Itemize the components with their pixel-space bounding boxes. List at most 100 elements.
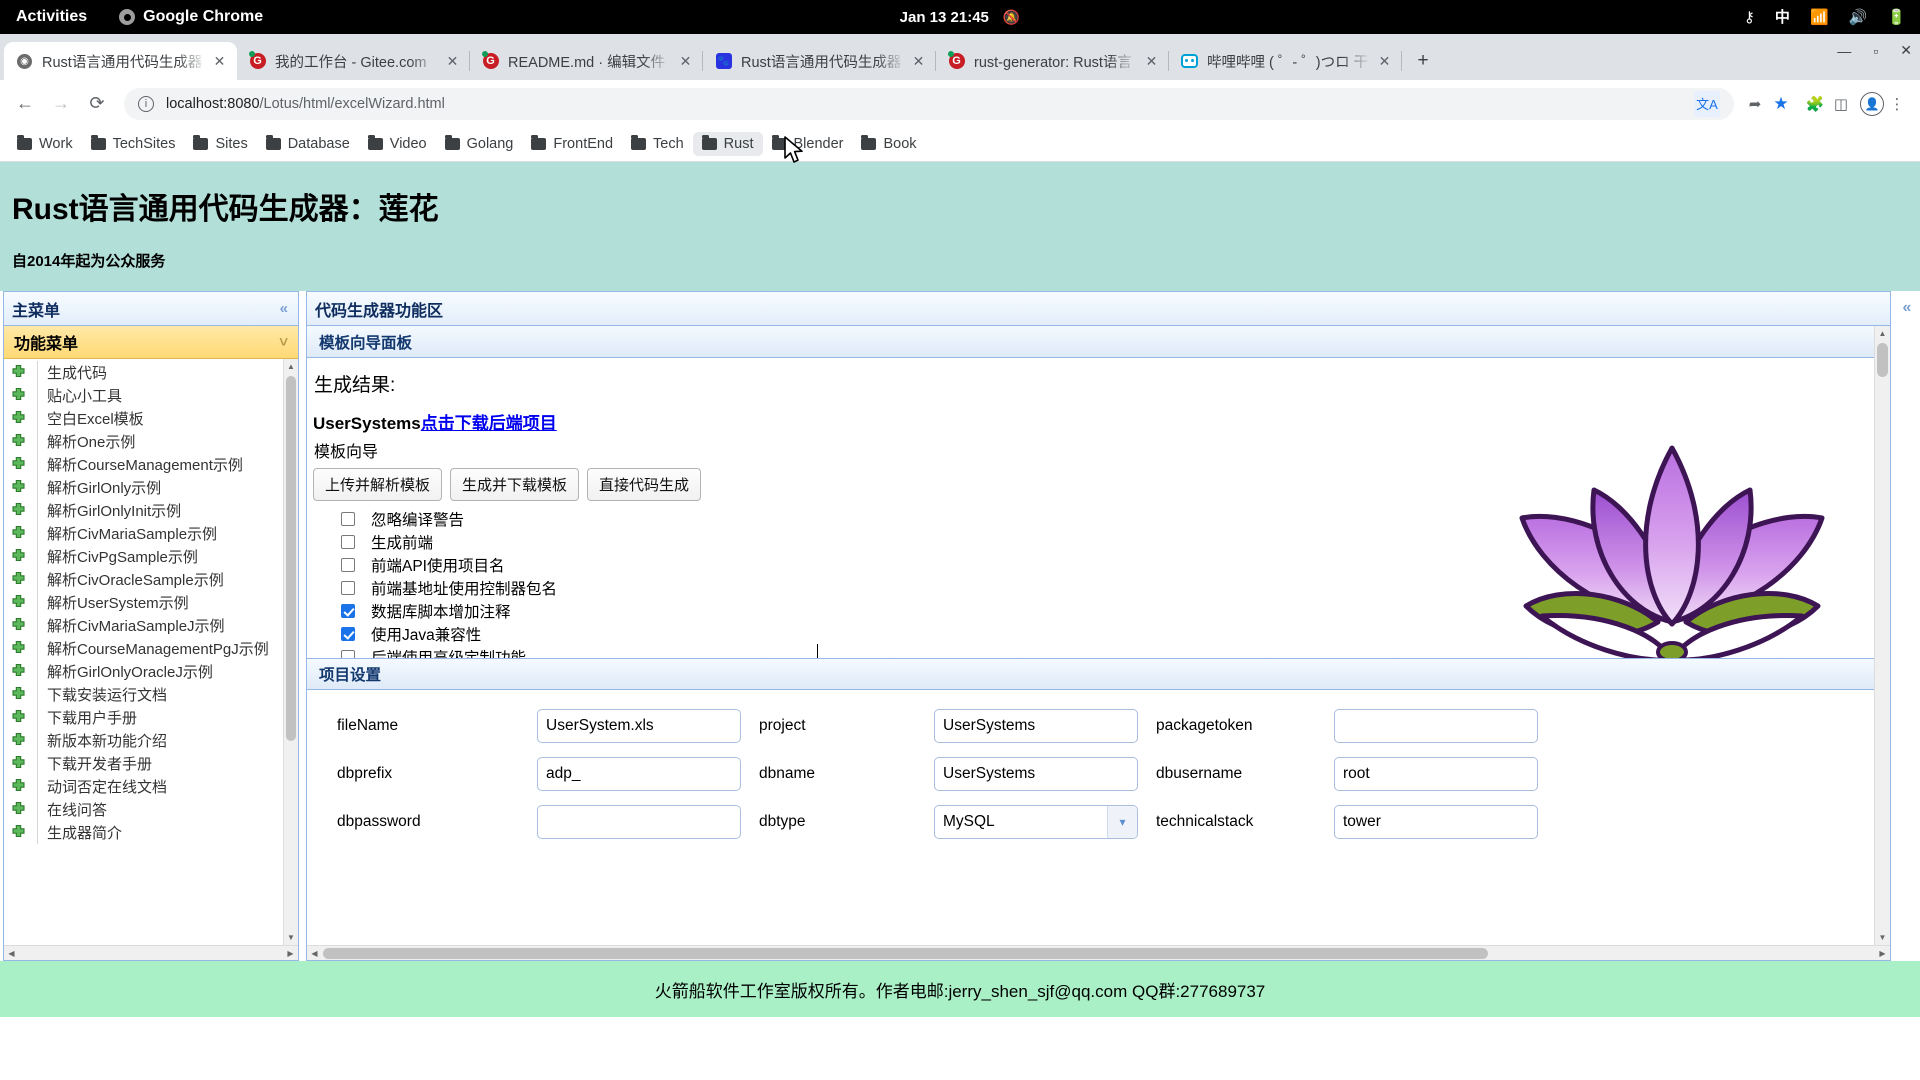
scrollbar-thumb[interactable] <box>1877 343 1888 377</box>
bookmark-book[interactable]: Book <box>852 132 925 156</box>
tab-close-icon[interactable]: ✕ <box>909 52 928 71</box>
chevron-down-icon[interactable]: ▾ <box>1107 806 1137 838</box>
scroll-down-arrow-icon[interactable]: ▼ <box>284 930 298 945</box>
field-input-dbusername[interactable]: root <box>1334 757 1538 791</box>
sidebar-item-8[interactable]: 解析CivPgSample示例 <box>4 545 282 568</box>
direct-code-generate-button[interactable]: 直接代码生成 <box>587 468 702 501</box>
sidebar-item-10[interactable]: 解析UserSystem示例 <box>4 591 282 614</box>
checkbox-row-1[interactable]: 生成前端 <box>341 530 1890 553</box>
checkbox-row-5[interactable]: 使用Java兼容性 <box>341 622 1890 645</box>
active-app-indicator[interactable]: Google Chrome <box>119 8 263 26</box>
generate-download-template-button[interactable]: 生成并下载模板 <box>450 468 580 501</box>
chevron-double-up-icon[interactable]: ˅ <box>279 334 288 351</box>
upload-parse-template-button[interactable]: 上传并解析模板 <box>313 468 443 501</box>
avatar-icon[interactable]: 👤 <box>1860 91 1884 116</box>
chevron-double-left-icon[interactable]: « <box>280 300 288 317</box>
share-icon[interactable]: ➦ <box>1742 91 1768 117</box>
download-backend-project-link[interactable]: 点击下载后端项目 <box>421 414 557 433</box>
clock[interactable]: Jan 13 21:45 🔕 <box>900 9 1021 26</box>
checkbox-row-3[interactable]: 前端基地址使用控制器包名 <box>341 576 1890 599</box>
bookmark-golang[interactable]: Golang <box>436 132 523 156</box>
browser-tab-2[interactable]: G README.md · 编辑文件 ✕ <box>470 42 703 80</box>
checkbox-backend-advanced-custom[interactable] <box>341 649 355 658</box>
window-close-button[interactable]: ✕ <box>1900 42 1912 59</box>
accessibility-icon[interactable]: ⚷ <box>1744 10 1755 25</box>
puzzle-icon[interactable]: 🧩 <box>1802 91 1828 117</box>
checkbox-row-4[interactable]: 数据库脚本增加注释 <box>341 599 1890 622</box>
field-input-filename[interactable]: UserSystem.xls <box>537 709 741 743</box>
field-input-dbname[interactable]: UserSystems <box>934 757 1138 791</box>
info-circle-icon[interactable]: i <box>138 95 154 112</box>
browser-tab-3[interactable]: 🐾 Rust语言通用代码生成器 ✕ <box>703 42 936 80</box>
sidebar-item-15[interactable]: 下载用户手册 <box>4 706 282 729</box>
browser-tab-0[interactable]: ◉ Rust语言通用代码生成器 ✕ <box>4 42 237 80</box>
sidebar-item-7[interactable]: 解析CivMariaSample示例 <box>4 522 282 545</box>
sidebar-item-18[interactable]: 动词否定在线文档 <box>4 775 282 798</box>
scroll-down-arrow-icon[interactable]: ▼ <box>1875 930 1890 945</box>
checkbox-db-script-comments[interactable] <box>341 603 355 618</box>
bookmark-frontend[interactable]: FrontEnd <box>522 132 622 156</box>
tab-close-icon[interactable]: ✕ <box>1142 52 1161 71</box>
bookmark-video[interactable]: Video <box>359 132 436 156</box>
sidebar-item-6[interactable]: 解析GirlOnlyInit示例 <box>4 499 282 522</box>
new-tab-button[interactable]: + <box>1408 46 1438 76</box>
bookmark-database[interactable]: Database <box>257 132 359 156</box>
field-input-project[interactable]: UserSystems <box>934 709 1138 743</box>
sidebar-item-0[interactable]: 生成代码 <box>4 361 282 384</box>
tab-close-icon[interactable]: ✕ <box>210 52 229 71</box>
browser-tab-4[interactable]: G rust-generator: Rust语言 ✕ <box>936 42 1169 80</box>
bookmark-rust[interactable]: Rust <box>692 132 763 156</box>
sidebar-item-1[interactable]: 贴心小工具 <box>4 384 282 407</box>
bookmark-tech[interactable]: Tech <box>622 132 693 156</box>
forward-button[interactable]: → <box>46 89 76 119</box>
scroll-right-arrow-icon[interactable]: ▶ <box>283 946 298 961</box>
sidebar-item-13[interactable]: 解析GirlOnlyOracleJ示例 <box>4 660 282 683</box>
field-input-dbprefix[interactable]: adp_ <box>537 757 741 791</box>
sidebar-item-12[interactable]: 解析CourseManagementPgJ示例 <box>4 637 282 660</box>
sidebar-horizontal-scrollbar[interactable]: ◀ ▶ <box>4 945 298 960</box>
checkbox-ignore-compile-warnings[interactable] <box>341 511 355 526</box>
checkbox-frontend-baseurl-controller-package[interactable] <box>341 580 355 595</box>
sidebar-item-17[interactable]: 下载开发者手册 <box>4 752 282 775</box>
checkbox-row-2[interactable]: 前端API使用项目名 <box>341 553 1890 576</box>
tab-close-icon[interactable]: ✕ <box>1375 52 1394 71</box>
reload-button[interactable]: ⟳ <box>82 89 112 119</box>
scrollbar-thumb[interactable] <box>323 948 1488 959</box>
checkbox-row-0[interactable]: 忽略编译警告 <box>341 507 1890 530</box>
input-method-icon[interactable]: 中 <box>1775 10 1790 25</box>
scroll-up-arrow-icon[interactable]: ▲ <box>284 359 298 374</box>
bookmark-sites[interactable]: Sites <box>184 132 256 156</box>
sidebar-item-16[interactable]: 新版本新功能介绍 <box>4 729 282 752</box>
checkbox-frontend-api-project-name[interactable] <box>341 557 355 572</box>
scroll-left-arrow-icon[interactable]: ◀ <box>307 946 322 961</box>
sidebar-item-20[interactable]: 生成器简介 <box>4 821 282 844</box>
sidebar-item-5[interactable]: 解析GirlOnly示例 <box>4 476 282 499</box>
sidebar-item-3[interactable]: 解析One示例 <box>4 430 282 453</box>
battery-charging-icon[interactable]: 🔋 <box>1887 10 1906 25</box>
three-dot-menu-icon[interactable]: ⋮ <box>1884 91 1910 117</box>
sidebar-item-19[interactable]: 在线问答 <box>4 798 282 821</box>
address-bar[interactable]: i localhost:8080/Lotus/html/excelWizard.… <box>124 87 1734 120</box>
sidebar-accordion-header[interactable]: 功能菜单 ˅ <box>4 326 298 359</box>
sidebar-item-14[interactable]: 下载安装运行文档 <box>4 683 282 706</box>
sidebar-item-2[interactable]: 空白Excel模板 <box>4 407 282 430</box>
activities-button[interactable]: Activities <box>16 8 87 26</box>
main-vertical-scrollbar[interactable]: ▲ ▼ <box>1874 326 1890 945</box>
chevron-double-left-icon[interactable]: « <box>1894 291 1920 317</box>
system-tray[interactable]: ⚷ 中 📶 🔊 🔋 <box>1744 10 1906 25</box>
sidebar-item-11[interactable]: 解析CivMariaSampleJ示例 <box>4 614 282 637</box>
side-panel-icon[interactable]: ◫ <box>1828 91 1854 117</box>
field-input-dbpassword[interactable] <box>537 805 741 839</box>
field-input-technicalstack[interactable]: tower <box>1334 805 1538 839</box>
wifi-icon[interactable]: 📶 <box>1810 10 1829 25</box>
sidebar-item-9[interactable]: 解析CivOracleSample示例 <box>4 568 282 591</box>
bookmark-blender[interactable]: Blender <box>763 132 853 156</box>
sidebar-item-4[interactable]: 解析CourseManagement示例 <box>4 453 282 476</box>
scroll-left-arrow-icon[interactable]: ◀ <box>4 946 19 961</box>
star-filled-icon[interactable]: ★ <box>1768 91 1794 117</box>
bookmark-techsites[interactable]: TechSites <box>82 132 185 156</box>
sidebar-vertical-scrollbar[interactable]: ▲ ▼ <box>283 359 298 945</box>
window-minimize-button[interactable]: — <box>1837 43 1851 59</box>
scroll-up-arrow-icon[interactable]: ▲ <box>1875 326 1890 341</box>
field-select-dbtype[interactable]: MySQL ▾ <box>934 805 1138 839</box>
